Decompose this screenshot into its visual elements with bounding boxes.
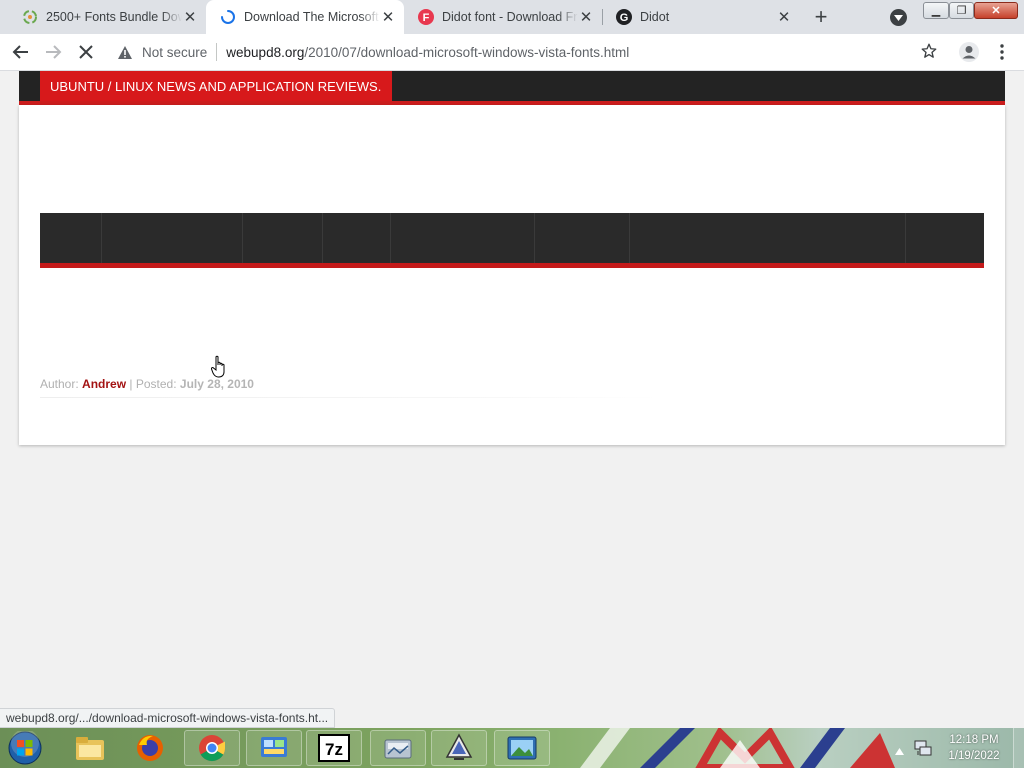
url-host: webupd8.org: [226, 44, 305, 60]
file-explorer-taskbar-icon[interactable]: [62, 730, 118, 766]
article-card: Author: Andrew | Posted: July 28, 2010: [19, 105, 1005, 445]
back-arrow-icon[interactable]: [9, 40, 33, 64]
tab-search-icon[interactable]: [890, 9, 907, 26]
author-label: Author:: [40, 377, 79, 391]
browser-menu-icon[interactable]: [990, 40, 1014, 64]
security-label: Not secure: [142, 44, 208, 60]
stop-loading-icon[interactable]: [74, 40, 98, 64]
meta-divider: [40, 397, 660, 398]
show-hidden-icons-arrow-icon[interactable]: [895, 743, 904, 758]
close-tab-icon[interactable]: ✕: [578, 9, 594, 26]
nav-item[interactable]: [906, 213, 984, 263]
posted-label: Posted:: [135, 377, 177, 391]
start-button[interactable]: [5, 730, 45, 766]
tab-title: Download The Microsoft Windows Vista Fon…: [244, 10, 380, 24]
browser-toolbar: Not secure webupd8.org/2010/07/download-…: [0, 34, 1024, 71]
close-tab-icon[interactable]: ✕: [182, 9, 198, 26]
site-navigation-bar: [40, 213, 984, 263]
bookmark-star-icon[interactable]: [920, 42, 938, 63]
firefox-taskbar-icon[interactable]: [122, 730, 178, 766]
author-link[interactable]: Andrew: [82, 377, 126, 391]
new-tab-button[interactable]: +: [808, 4, 834, 29]
show-desktop-button[interactable]: [1013, 728, 1024, 768]
tab-fonts-bundle[interactable]: 2500+ Fonts Bundle Download ✕: [8, 0, 206, 34]
control-panel-taskbar-icon[interactable]: [246, 730, 302, 766]
recycle-favicon-icon: [22, 9, 38, 25]
url-path: /2010/07/download-microsoft-windows-vist…: [304, 44, 630, 60]
restore-window-button[interactable]: ❐: [949, 2, 974, 19]
nav-item[interactable]: [391, 213, 535, 263]
site-tagline[interactable]: UBUNTU / LINUX NEWS AND APPLICATION REVI…: [40, 71, 393, 101]
tab-didot-font-download[interactable]: F Didot font - Download Free Font ✕: [404, 0, 602, 34]
taskbar-clock[interactable]: 12:18 PM 1/19/2022: [940, 732, 1008, 764]
scanner-taskbar-icon[interactable]: [370, 730, 426, 766]
font-f-favicon-icon: F: [418, 9, 434, 25]
7zip-taskbar-icon[interactable]: 7z: [306, 730, 362, 766]
loading-spinner-icon: [220, 9, 236, 25]
clock-time: 12:18 PM: [949, 734, 999, 746]
svg-text:G: G: [620, 12, 629, 24]
nav-item[interactable]: [535, 213, 630, 263]
not-secure-warning-icon[interactable]: [116, 45, 134, 60]
tab-title: Didot: [640, 10, 670, 24]
nav-item[interactable]: [40, 213, 102, 263]
omnibox-divider: [216, 43, 218, 61]
profile-avatar-icon[interactable]: [957, 40, 981, 64]
nav-item[interactable]: [630, 213, 906, 263]
tab-title: 2500+ Fonts Bundle Download: [46, 10, 182, 24]
inkscape-taskbar-icon[interactable]: [431, 730, 487, 766]
nav-accent-line: [40, 263, 984, 268]
tab-microsoft-vista-fonts[interactable]: Download The Microsoft Windows Vista Fon…: [206, 0, 404, 34]
nav-item[interactable]: [102, 213, 243, 263]
svg-text:F: F: [423, 12, 430, 24]
hand-pointer-cursor-icon: [210, 355, 227, 382]
nav-item[interactable]: [323, 213, 391, 263]
photo-viewer-taskbar-icon[interactable]: [494, 730, 550, 766]
tab-title: Didot font - Download Free Font: [442, 10, 578, 24]
nav-item[interactable]: [243, 213, 323, 263]
close-tab-icon[interactable]: ✕: [380, 9, 396, 26]
close-tab-icon[interactable]: ✕: [776, 9, 792, 26]
forward-arrow-icon[interactable]: [41, 40, 65, 64]
address-bar[interactable]: Not secure webupd8.org/2010/07/download-…: [108, 37, 950, 67]
tab-didot[interactable]: G Didot ✕: [602, 0, 800, 34]
chrome-taskbar-icon[interactable]: [184, 730, 240, 766]
page-viewport: UBUNTU / LINUX NEWS AND APPLICATION REVI…: [0, 71, 1024, 728]
minimize-window-button[interactable]: ▁: [923, 2, 949, 19]
close-window-button[interactable]: ✕: [974, 2, 1018, 19]
svg-text:7z: 7z: [325, 740, 343, 759]
clock-date: 1/19/2022: [948, 750, 1000, 762]
link-status-bubble: webupd8.org/.../download-microsoft-windo…: [0, 708, 336, 728]
network-icon[interactable]: [914, 739, 932, 760]
windows-taskbar: 7z 12:18 PM 1/19/2022: [0, 728, 1024, 768]
tab-strip: 2500+ Fonts Bundle Download ✕ Download T…: [0, 0, 1024, 34]
google-favicon-icon: G: [616, 9, 632, 25]
meta-separator: |: [129, 377, 133, 391]
wallpaper-decoration: [580, 728, 895, 768]
